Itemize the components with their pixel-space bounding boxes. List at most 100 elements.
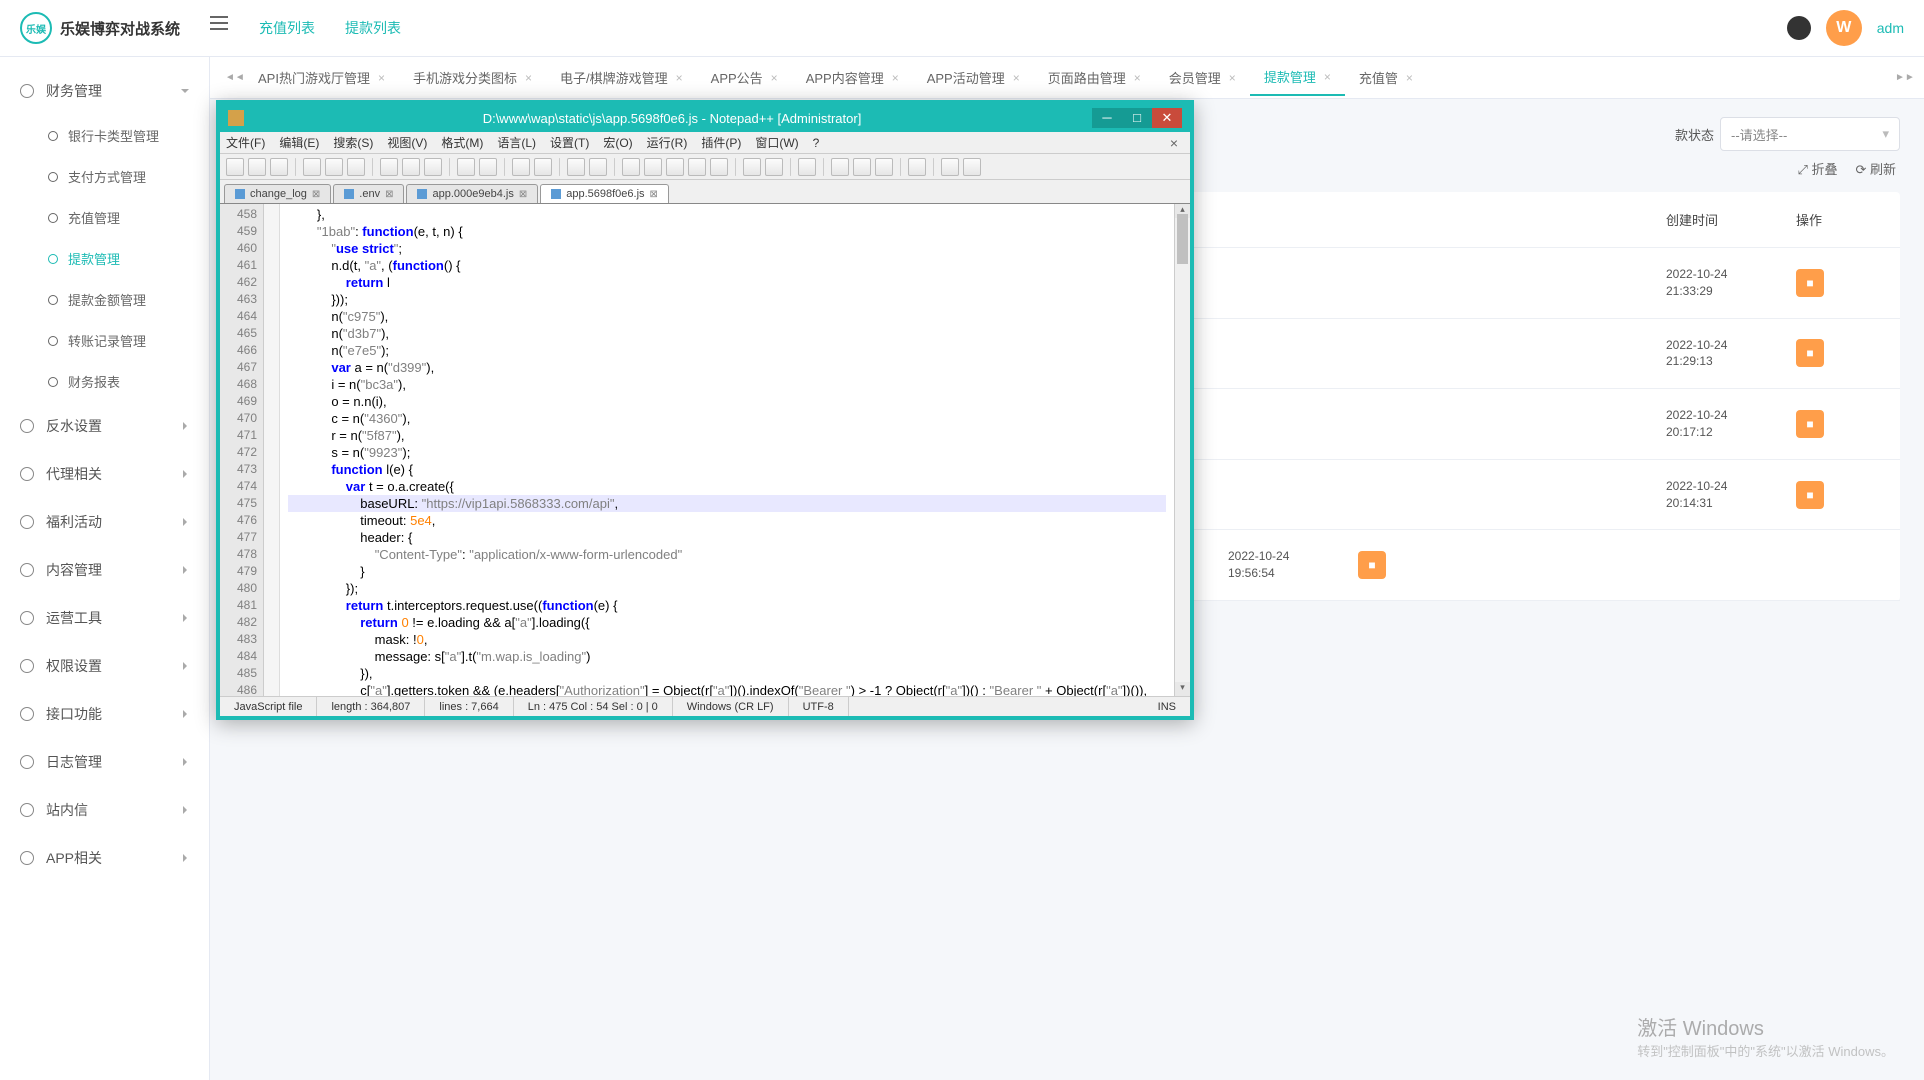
tab-close-icon[interactable]: × [771, 71, 778, 85]
username-label[interactable]: adm [1877, 20, 1904, 36]
npp-toolbar-button[interactable] [512, 158, 530, 176]
npp-menu-item-11[interactable]: ? [813, 136, 820, 150]
sidebar-group-0[interactable]: 财务管理 [0, 67, 209, 115]
scrollbar-thumb[interactable] [1177, 214, 1188, 264]
npp-toolbar-button[interactable] [765, 158, 783, 176]
tab-8[interactable]: 提款管理× [1250, 59, 1345, 96]
sidebar-group-7[interactable]: 接口功能 [0, 690, 209, 738]
sidebar-group-1[interactable]: 反水设置 [0, 402, 209, 450]
refresh-button[interactable]: ⟳ 刷新 [1855, 159, 1896, 178]
tab-close-icon[interactable]: × [1229, 71, 1236, 85]
header-link-1[interactable]: 提款列表 [345, 18, 401, 38]
npp-menu-item-10[interactable]: 窗口(W) [755, 134, 798, 151]
sidebar-group-8[interactable]: 日志管理 [0, 738, 209, 786]
npp-toolbar-button[interactable] [534, 158, 552, 176]
row-action-button[interactable]: ■ [1358, 551, 1386, 579]
tab-close-icon[interactable]: × [1406, 71, 1413, 85]
row-action-button[interactable]: ■ [1796, 339, 1824, 367]
sidebar-group-4[interactable]: 内容管理 [0, 546, 209, 594]
sidebar-item-0-6[interactable]: 财务报表 [0, 361, 209, 402]
npp-toolbar-button[interactable] [963, 158, 981, 176]
npp-toolbar-button[interactable] [666, 158, 684, 176]
sidebar-group-5[interactable]: 运营工具 [0, 594, 209, 642]
filter-status-select[interactable]: --请选择-- ▾ [1720, 117, 1900, 151]
tab-close-icon[interactable]: × [676, 71, 683, 85]
sidebar-item-0-1[interactable]: 支付方式管理 [0, 156, 209, 197]
npp-menu-item-3[interactable]: 视图(V) [387, 134, 427, 151]
language-icon[interactable] [1787, 16, 1811, 40]
npp-menu-item-6[interactable]: 设置(T) [550, 134, 589, 151]
npp-toolbar-button[interactable] [402, 158, 420, 176]
npp-toolbar-button[interactable] [710, 158, 728, 176]
npp-menu-item-1[interactable]: 编辑(E) [279, 134, 319, 151]
npp-menu-item-9[interactable]: 插件(P) [701, 134, 741, 151]
npp-toolbar-button[interactable] [226, 158, 244, 176]
npp-toolbar-button[interactable] [325, 158, 343, 176]
tab-close-icon[interactable]: × [892, 71, 899, 85]
npp-doc-close-icon[interactable]: × [1164, 135, 1184, 151]
npp-toolbar-button[interactable] [831, 158, 849, 176]
sidebar-group-9[interactable]: 站内信 [0, 786, 209, 834]
tab-close-icon[interactable]: × [525, 71, 532, 85]
npp-filetab-1[interactable]: .env⊠ [333, 184, 404, 203]
npp-vertical-scrollbar[interactable]: ▴ ▾ [1174, 204, 1190, 696]
npp-toolbar-button[interactable] [457, 158, 475, 176]
tab-0[interactable]: API热门游戏厅管理× [244, 59, 399, 96]
npp-filetab-0[interactable]: change_log⊠ [224, 184, 331, 203]
npp-menu-item-5[interactable]: 语言(L) [497, 134, 536, 151]
npp-menu-item-0[interactable]: 文件(F) [226, 134, 265, 151]
tabs-scroll-right[interactable]: ►► [1895, 71, 1909, 85]
tab-close-icon[interactable]: × [378, 71, 385, 85]
npp-toolbar-button[interactable] [303, 158, 321, 176]
sidebar-item-0-2[interactable]: 充值管理 [0, 197, 209, 238]
npp-toolbar-button[interactable] [853, 158, 871, 176]
npp-filetab-close-icon[interactable]: ⊠ [312, 189, 320, 200]
npp-filetab-close-icon[interactable]: ⊠ [519, 189, 527, 200]
npp-toolbar-button[interactable] [347, 158, 365, 176]
npp-toolbar-button[interactable] [644, 158, 662, 176]
npp-toolbar-button[interactable] [248, 158, 266, 176]
tab-3[interactable]: APP公告× [697, 59, 792, 96]
npp-filetab-close-icon[interactable]: ⊠ [650, 189, 658, 200]
header-link-0[interactable]: 充值列表 [259, 18, 315, 38]
tab-close-icon[interactable]: × [1134, 71, 1141, 85]
npp-toolbar-button[interactable] [589, 158, 607, 176]
npp-toolbar-button[interactable] [270, 158, 288, 176]
tab-close-icon[interactable]: × [1324, 70, 1331, 84]
sidebar-item-0-3[interactable]: 提款管理 [0, 238, 209, 279]
tab-7[interactable]: 会员管理× [1155, 59, 1250, 96]
sidebar-group-10[interactable]: APP相关 [0, 834, 209, 882]
tab-2[interactable]: 电子/棋牌游戏管理× [546, 59, 697, 96]
npp-toolbar-button[interactable] [875, 158, 893, 176]
npp-filetab-2[interactable]: app.000e9eb4.js⊠ [406, 184, 538, 203]
sidebar-group-2[interactable]: 代理相关 [0, 450, 209, 498]
npp-toolbar-button[interactable] [622, 158, 640, 176]
sidebar-item-0-0[interactable]: 银行卡类型管理 [0, 115, 209, 156]
npp-filetab-close-icon[interactable]: ⊠ [385, 189, 393, 200]
npp-menu-item-7[interactable]: 宏(O) [603, 134, 632, 151]
tab-4[interactable]: APP内容管理× [792, 59, 913, 96]
npp-toolbar-button[interactable] [380, 158, 398, 176]
tab-1[interactable]: 手机游戏分类图标× [399, 59, 546, 96]
npp-menu-item-2[interactable]: 搜索(S) [333, 134, 373, 151]
npp-toolbar-button[interactable] [798, 158, 816, 176]
scroll-down-arrow[interactable]: ▾ [1175, 682, 1190, 696]
npp-toolbar-button[interactable] [479, 158, 497, 176]
tab-close-icon[interactable]: × [1013, 71, 1020, 85]
sidebar-group-6[interactable]: 权限设置 [0, 642, 209, 690]
npp-menu-item-4[interactable]: 格式(M) [441, 134, 483, 151]
npp-filetab-3[interactable]: app.5698f0e6.js⊠ [540, 184, 669, 203]
row-action-button[interactable]: ■ [1796, 410, 1824, 438]
tab-6[interactable]: 页面路由管理× [1034, 59, 1155, 96]
npp-maximize-button[interactable]: □ [1122, 108, 1152, 128]
npp-code-area[interactable]: }, "1bab": function(e, t, n) { "use stri… [280, 204, 1174, 696]
sidebar-group-3[interactable]: 福利活动 [0, 498, 209, 546]
tabs-scroll-left[interactable]: ◄◄ [225, 71, 239, 85]
npp-menu-item-8[interactable]: 运行(R) [647, 134, 688, 151]
npp-toolbar-button[interactable] [424, 158, 442, 176]
npp-toolbar-button[interactable] [567, 158, 585, 176]
npp-toolbar-button[interactable] [688, 158, 706, 176]
sidebar-item-0-5[interactable]: 转账记录管理 [0, 320, 209, 361]
sidebar-item-0-4[interactable]: 提款金额管理 [0, 279, 209, 320]
tab-5[interactable]: APP活动管理× [913, 59, 1034, 96]
